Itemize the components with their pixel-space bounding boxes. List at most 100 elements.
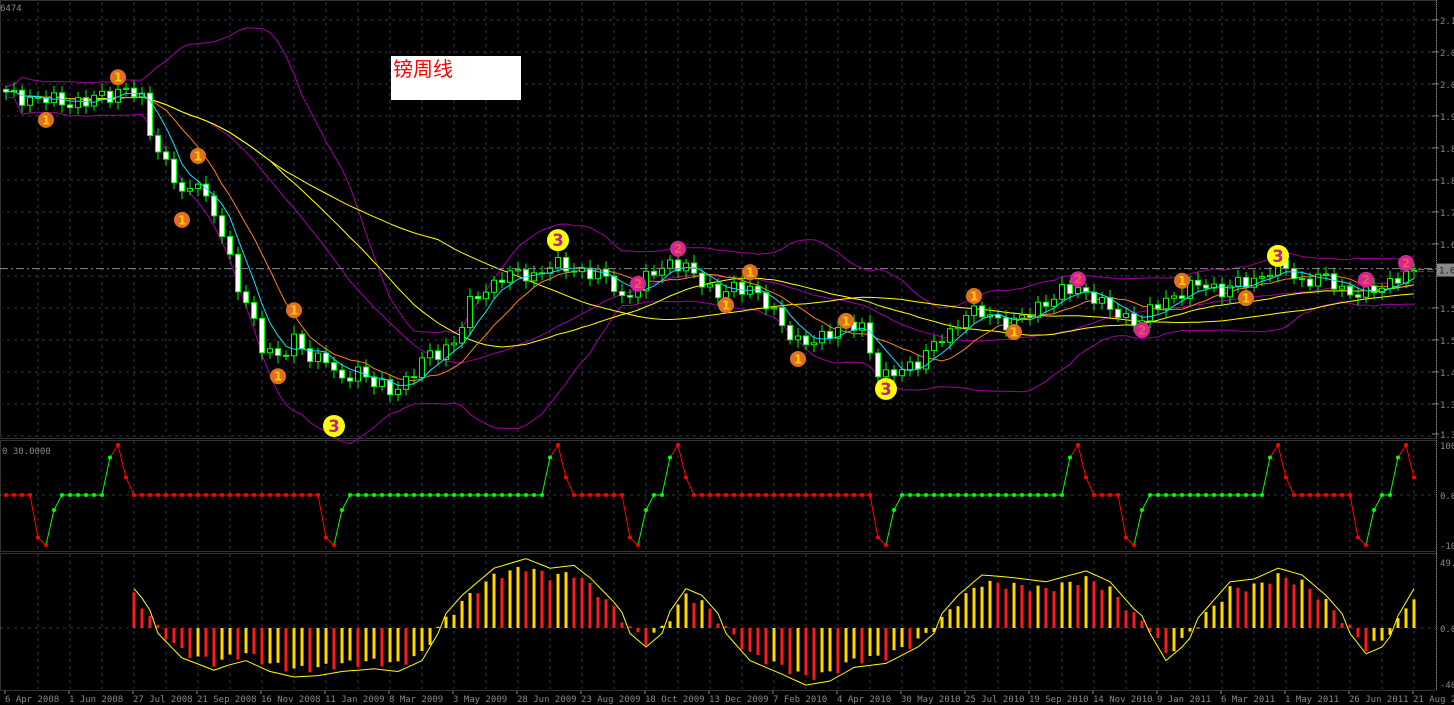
histogram-bar [1164, 628, 1168, 653]
candle-body [251, 302, 257, 319]
candle-body [891, 369, 897, 377]
histogram-bar [772, 628, 776, 662]
time-axis-label: 1 Jun 2008 [69, 695, 123, 705]
candle-body [715, 283, 721, 299]
oscillator-point [1380, 493, 1384, 497]
candle-body [51, 92, 57, 104]
oscillator-point [580, 493, 584, 497]
price-axis-label: 1.5 [1440, 337, 1454, 347]
candle-body [939, 341, 945, 344]
oscillator-point [1092, 493, 1096, 497]
histogram-bar [668, 621, 672, 628]
candle-body [451, 342, 457, 346]
candle-body [107, 90, 113, 103]
oscillator-point [1340, 493, 1344, 497]
candle-body [427, 350, 433, 359]
oscillator-point [460, 493, 464, 497]
oscillator-point [1196, 493, 1200, 497]
histogram-bar [316, 628, 320, 668]
candle-body [1043, 301, 1049, 307]
oscillator-point [332, 543, 336, 547]
oscillator-point [492, 493, 496, 497]
oscillator-point [1028, 493, 1032, 497]
candle-body [419, 357, 425, 379]
candle-body [907, 361, 913, 371]
candle-body [475, 295, 481, 300]
oscillator-point [364, 493, 368, 497]
oscillator-point [700, 493, 704, 497]
oscillator-point [428, 493, 432, 497]
candle-body [483, 291, 489, 300]
price-axis-label: 2.0 [1440, 49, 1454, 59]
oscillator-point [1324, 493, 1328, 497]
candle-body [435, 350, 441, 360]
oscillator-point [884, 543, 888, 547]
histogram-bar [140, 608, 144, 628]
signal-marker: 2 [630, 275, 646, 292]
candle-body [323, 352, 329, 364]
candle-body [1299, 278, 1305, 281]
oscillator-point [572, 493, 576, 497]
histogram-bar [996, 582, 1000, 628]
oscillator-point [516, 493, 520, 497]
signal-label: 1 [746, 266, 754, 280]
time-axis-label: 1 May 2011 [1285, 695, 1339, 705]
histogram-bar [260, 628, 264, 665]
oscillator-point [1084, 475, 1088, 480]
signal-marker: 1 [190, 147, 206, 164]
histogram-bar [628, 626, 632, 628]
histogram-bar [812, 628, 816, 680]
oscillator-point [1364, 543, 1368, 547]
oscillator-point [1388, 493, 1392, 497]
oscillator-point [68, 493, 72, 497]
histogram-bar [828, 628, 832, 672]
candle-body [1155, 304, 1161, 310]
candle-body [1131, 313, 1137, 327]
oscillator-point [284, 493, 288, 497]
oscillator-point [20, 493, 24, 497]
signal-label: 1 [1242, 291, 1250, 305]
price-axis-label: 1.8 [1440, 145, 1454, 155]
histogram-bar [1044, 587, 1048, 628]
histogram-bar [756, 628, 760, 656]
signal-marker: 1 [742, 264, 758, 281]
histogram-bar [164, 628, 168, 640]
candle-body [339, 369, 345, 379]
candle-body [1115, 308, 1121, 319]
oscillator-point [948, 493, 952, 497]
histogram-bar [716, 623, 720, 628]
signal-label: 1 [1178, 274, 1186, 288]
oscillator-point [1132, 543, 1136, 547]
histogram-bar [1404, 608, 1408, 628]
time-axis-label: 23 Aug 2009 [581, 695, 641, 705]
oscillator-point [644, 508, 648, 512]
oscillator-point [860, 493, 864, 497]
candle-body [931, 341, 937, 352]
signal-marker: 1 [838, 312, 854, 329]
oscillator-point [748, 493, 752, 497]
oscillator-point [404, 493, 408, 497]
price-axis-label: 1.3 [1440, 401, 1454, 411]
oscillator-point [52, 508, 56, 512]
oscillator-point [780, 493, 784, 497]
oscillator-point [612, 493, 616, 497]
oscillator-point [788, 493, 792, 497]
signal-label: 3 [1272, 247, 1283, 266]
candle-body [299, 333, 305, 350]
histogram-bar [708, 608, 712, 628]
signal-label: 3 [880, 380, 891, 399]
oscillator-point [980, 493, 984, 497]
candle-body [347, 377, 353, 382]
histogram-bar [1292, 584, 1296, 628]
oscillator-point [388, 493, 392, 497]
oscillator-point [828, 493, 832, 497]
signal-marker: 2 [1358, 271, 1374, 288]
oscillator-point [92, 493, 96, 497]
oscillator-point [308, 493, 312, 497]
oscillator-point [1052, 493, 1056, 497]
oscillator-point [812, 493, 816, 497]
histogram-bar [308, 628, 312, 673]
signal-label: 1 [42, 113, 50, 127]
histogram-bar [980, 586, 984, 628]
histogram-bar [612, 606, 616, 628]
